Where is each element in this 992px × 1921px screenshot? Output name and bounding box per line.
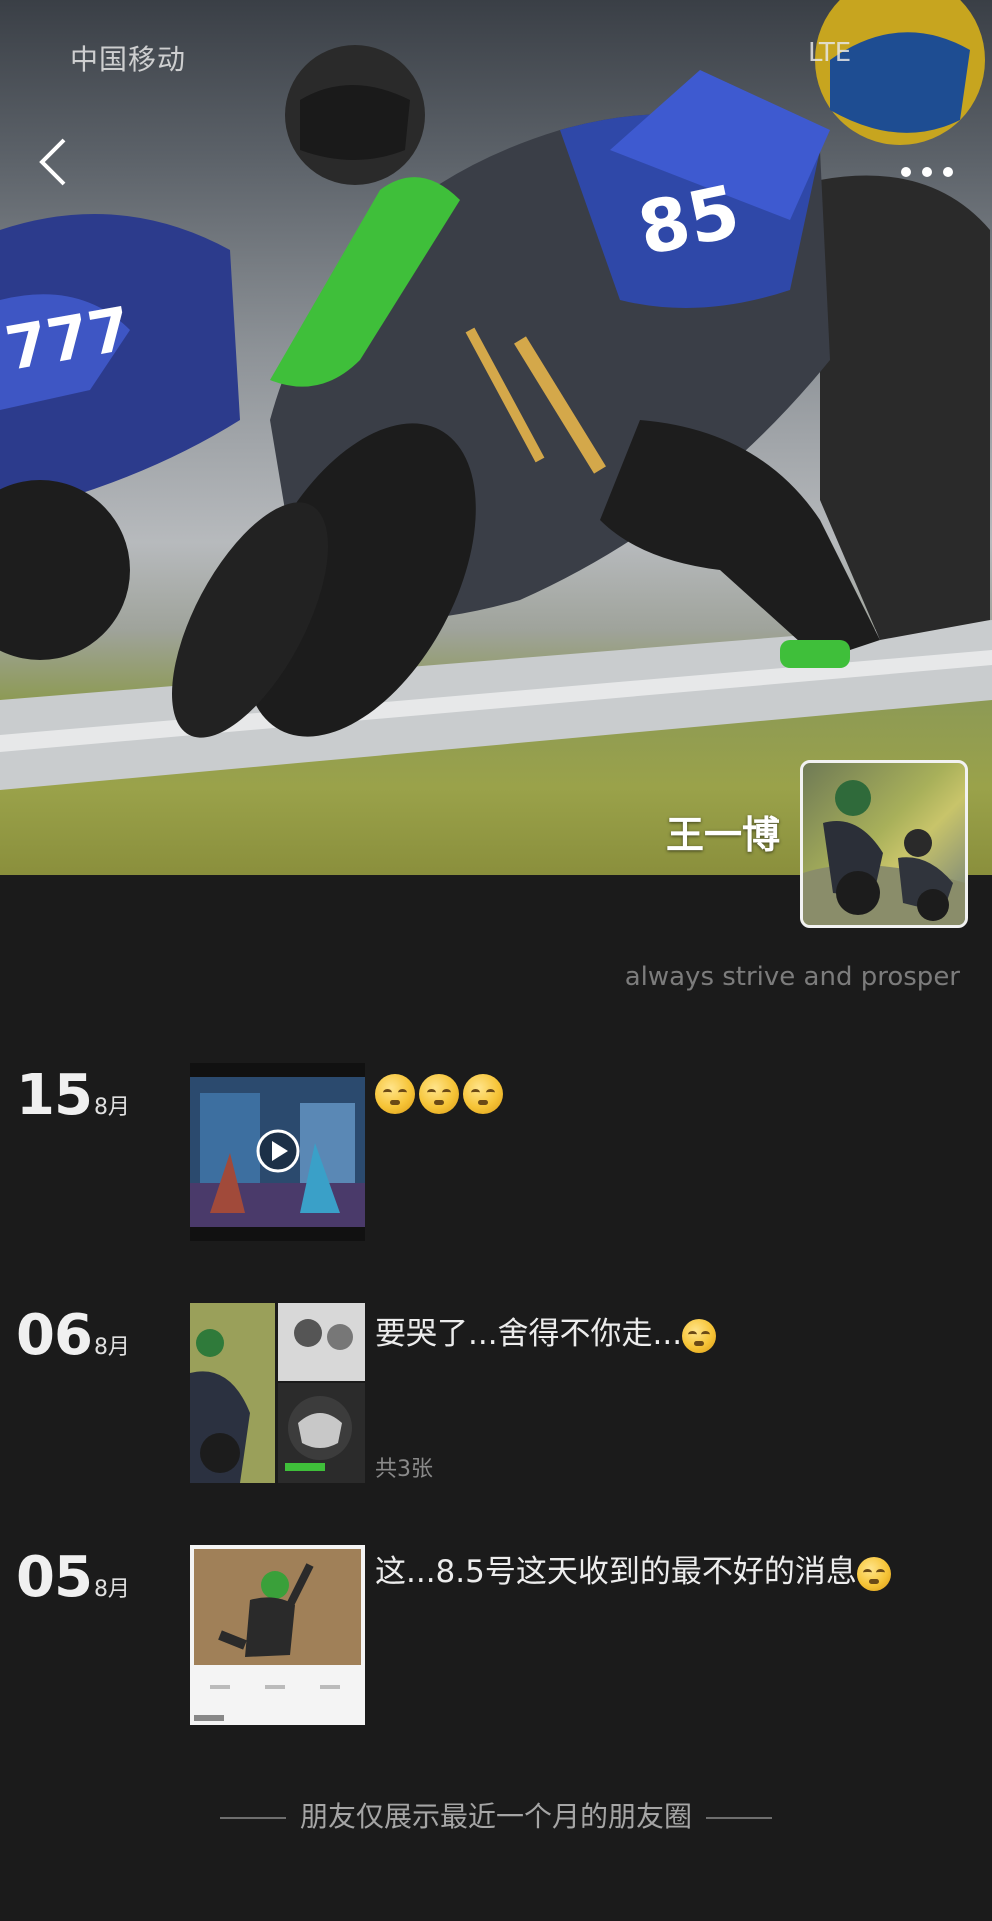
photo-count: 共3张 <box>375 1457 433 1482</box>
post-caption-text: 这...8.5号这天收到的最不好的消息 <box>375 1554 857 1590</box>
emoji-icon <box>463 1073 503 1114</box>
post-day: 05 <box>16 1545 93 1610</box>
post-month: 8月 <box>93 1095 130 1120</box>
post-day: 06 <box>16 1303 93 1368</box>
avatar[interactable] <box>800 760 968 928</box>
more-button[interactable] <box>892 160 962 184</box>
emoji-icon <box>682 1318 717 1353</box>
status-carrier: 中国移动 <box>70 43 187 76</box>
status-network: LTE <box>808 38 852 68</box>
image-thumbnail[interactable] <box>190 1545 365 1725</box>
cover-image: 777 85 <box>0 0 992 790</box>
video-thumbnail[interactable] <box>190 1063 365 1241</box>
footer-text: 朋友仅展示最近一个月的朋友圈 <box>299 1800 692 1833</box>
back-button[interactable] <box>30 132 80 192</box>
chevron-left-icon <box>39 138 66 186</box>
post-date: 068月 <box>16 1303 130 1368</box>
video-thumbnail-image <box>190 1063 365 1241</box>
divider-line <box>219 1817 286 1819</box>
avatar-image <box>803 780 965 925</box>
post-day: 15 <box>16 1063 93 1128</box>
moments-footer: 朋友仅展示最近一个月的朋友圈 <box>0 1795 992 1835</box>
emoji-icon <box>856 1556 891 1591</box>
post-date: 158月 <box>16 1063 130 1128</box>
image-grid-thumbnail[interactable] <box>190 1303 365 1483</box>
post-emojis <box>375 1069 905 1115</box>
profile-signature: always strive and prosper <box>624 962 960 992</box>
post-caption: 这...8.5号这天收到的最不好的消息 <box>375 1549 905 1595</box>
image-thumbnail-image <box>190 1545 365 1725</box>
post-month: 8月 <box>93 1335 130 1360</box>
cover-photo[interactable]: 777 85 中国移动 LTE <box>0 0 992 875</box>
post-caption: 要哭了...舍得不你走... <box>375 1311 905 1357</box>
post-month: 8月 <box>93 1577 130 1602</box>
more-dots-icon <box>901 167 953 177</box>
post-caption-text: 要哭了...舍得不你走... <box>375 1316 683 1352</box>
profile-name[interactable]: 王一博 <box>666 804 780 859</box>
post-date: 058月 <box>16 1545 130 1610</box>
emoji-icon <box>375 1073 415 1114</box>
emoji-icon <box>419 1073 459 1114</box>
divider-line <box>706 1817 772 1819</box>
image-grid-image <box>190 1303 365 1483</box>
